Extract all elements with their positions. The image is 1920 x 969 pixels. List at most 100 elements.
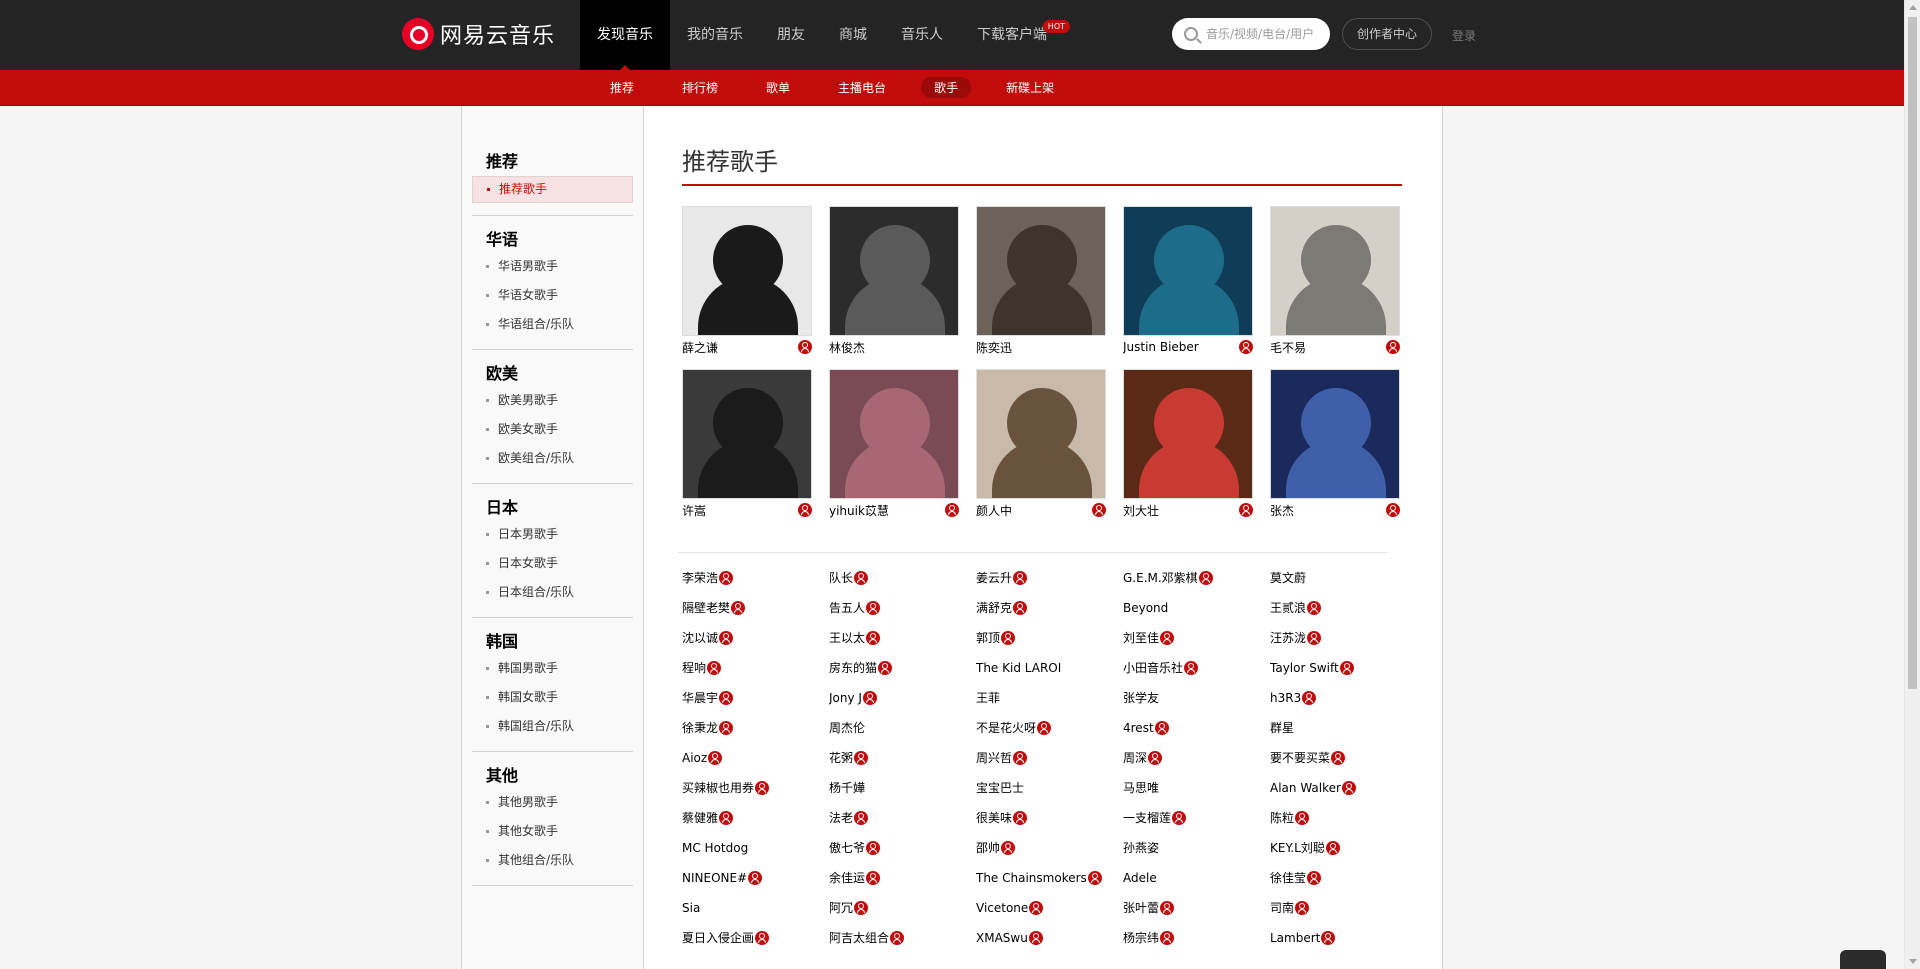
artist-name-link[interactable]: 杨宗纬 (1123, 923, 1159, 953)
user-profile-icon[interactable] (719, 811, 734, 825)
artist-name-link[interactable]: 花粥 (829, 743, 853, 773)
artist-name-link[interactable]: 余佳运 (829, 863, 865, 893)
artist-name-link[interactable]: KEY.L刘聪 (1270, 833, 1325, 863)
artist-name-link[interactable]: G.E.M.邓紫棋 (1123, 563, 1198, 593)
scroll-thumb[interactable] (1908, 17, 1917, 689)
artist-name-link[interactable]: 不是花火呀 (976, 713, 1036, 743)
artist-name-link[interactable]: 孙燕姿 (1123, 833, 1159, 863)
artist-name-link[interactable]: 程响 (682, 653, 706, 683)
category-item[interactable]: 韩国组合/乐队 (472, 712, 633, 741)
artist-name-link[interactable]: 周深 (1123, 743, 1147, 773)
user-profile-icon[interactable] (748, 871, 763, 885)
artist-name-link[interactable]: 群星 (1270, 713, 1294, 743)
artist-photo[interactable] (976, 369, 1106, 499)
artist-name-link[interactable]: 王菲 (976, 683, 1000, 713)
artist-photo[interactable] (682, 369, 812, 499)
artist-photo[interactable] (1270, 369, 1400, 499)
artist-name-link[interactable]: 傲七爷 (829, 833, 865, 863)
user-profile-icon[interactable] (866, 871, 881, 885)
user-profile-icon[interactable] (1198, 571, 1213, 585)
artist-name-link[interactable]: Lambert (1270, 923, 1320, 953)
user-profile-icon[interactable] (1160, 901, 1175, 915)
user-profile-icon[interactable] (1013, 571, 1028, 585)
user-profile-icon[interactable] (1154, 721, 1169, 735)
top-nav-musician[interactable]: 音乐人 (884, 0, 960, 70)
artist-photo[interactable] (829, 206, 959, 336)
artist-name-link[interactable]: 李荣浩 (682, 563, 718, 593)
user-profile-icon[interactable] (1160, 931, 1175, 945)
user-profile-icon[interactable] (1341, 781, 1356, 795)
category-item[interactable]: 欧美女歌手 (472, 415, 633, 444)
user-profile-icon[interactable] (1001, 841, 1016, 855)
category-item[interactable]: 日本男歌手 (472, 520, 633, 549)
artist-name-link[interactable]: 刘至佳 (1123, 623, 1159, 653)
user-profile-icon[interactable] (708, 751, 723, 765)
artist-name-link[interactable]: 隔壁老樊 (682, 593, 730, 623)
artist-card[interactable]: 刘大壮 (1123, 369, 1253, 521)
artist-card[interactable]: 张杰 (1270, 369, 1400, 521)
top-nav-my-music[interactable]: 我的音乐 (670, 0, 760, 70)
user-profile-icon[interactable] (1239, 340, 1253, 354)
user-profile-icon[interactable] (719, 571, 734, 585)
creator-center-button[interactable]: 创作者中心 (1342, 18, 1432, 50)
artist-name-link[interactable]: h3R3 (1270, 683, 1301, 713)
user-profile-icon[interactable] (1239, 503, 1253, 517)
user-profile-icon[interactable] (1325, 841, 1340, 855)
artist-card[interactable]: yihuik苡慧 (829, 369, 959, 521)
category-item[interactable]: 华语组合/乐队 (472, 310, 633, 339)
category-item[interactable]: 推荐歌手 (472, 176, 633, 203)
artist-photo[interactable] (1270, 206, 1400, 336)
artist-name-link[interactable]: 一支榴莲 (1123, 803, 1171, 833)
top-nav-discover[interactable]: 发现音乐 (580, 0, 670, 71)
login-link[interactable]: 登录 (1452, 27, 1476, 44)
user-profile-icon[interactable] (1148, 751, 1163, 765)
artist-name-link[interactable]: NINEONE# (682, 863, 747, 893)
category-item[interactable]: 欧美男歌手 (472, 386, 633, 415)
artist-name-link[interactable]: yihuik苡慧 (829, 502, 889, 519)
category-item[interactable]: 华语男歌手 (472, 252, 633, 281)
search-input[interactable] (1204, 26, 1328, 42)
user-profile-icon[interactable] (1013, 811, 1028, 825)
artist-name-link[interactable]: Jony J (829, 683, 862, 713)
top-nav-friends[interactable]: 朋友 (760, 0, 822, 70)
artist-name-link[interactable]: 王贰浪 (1270, 593, 1306, 623)
user-profile-icon[interactable] (755, 781, 770, 795)
artist-name-link[interactable]: 张杰 (1270, 502, 1294, 519)
artist-photo[interactable] (1123, 206, 1253, 336)
artist-card[interactable]: 薛之谦 (682, 206, 812, 358)
artist-name-link[interactable]: 汪苏泷 (1270, 623, 1306, 653)
user-profile-icon[interactable] (798, 340, 812, 354)
user-profile-icon[interactable] (1307, 631, 1322, 645)
mini-player-toggle[interactable] (1840, 950, 1886, 969)
user-profile-icon[interactable] (1339, 661, 1354, 675)
user-profile-icon[interactable] (1307, 601, 1322, 615)
artist-name-link[interactable]: 夏日入侵企画 (682, 923, 754, 953)
artist-name-link[interactable]: 张学友 (1123, 683, 1159, 713)
artist-photo[interactable] (829, 369, 959, 499)
user-profile-icon[interactable] (1029, 901, 1044, 915)
artist-name-link[interactable]: 王以太 (829, 623, 865, 653)
artist-name-link[interactable]: Adele (1123, 863, 1157, 893)
artist-name-link[interactable]: 张叶蕾 (1123, 893, 1159, 923)
artist-name-link[interactable]: 周杰伦 (829, 713, 865, 743)
artist-name-link[interactable]: 颜人中 (976, 502, 1012, 519)
artist-name-link[interactable]: MC Hotdog (682, 833, 748, 863)
artist-name-link[interactable]: 法老 (829, 803, 853, 833)
user-profile-icon[interactable] (854, 751, 869, 765)
artist-card[interactable]: 陈奕迅 (976, 206, 1106, 358)
category-item[interactable]: 其他男歌手 (472, 788, 633, 817)
category-item[interactable]: 其他组合/乐队 (472, 846, 633, 875)
top-nav-store[interactable]: 商城 (822, 0, 884, 70)
artist-name-link[interactable]: 马思唯 (1123, 773, 1159, 803)
artist-name-link[interactable]: 陈奕迅 (976, 339, 1012, 356)
artist-name-link[interactable]: Beyond (1123, 593, 1168, 623)
artist-name-link[interactable]: 邵帅 (976, 833, 1000, 863)
artist-name-link[interactable]: 薛之谦 (682, 339, 718, 356)
artist-card[interactable]: 许嵩 (682, 369, 812, 521)
artist-card[interactable]: 林俊杰 (829, 206, 959, 358)
artist-name-link[interactable]: Alan Walker (1270, 773, 1341, 803)
user-profile-icon[interactable] (1295, 811, 1310, 825)
user-profile-icon[interactable] (854, 811, 869, 825)
user-profile-icon[interactable] (719, 721, 734, 735)
artist-name-link[interactable]: XMASwu (976, 923, 1028, 953)
